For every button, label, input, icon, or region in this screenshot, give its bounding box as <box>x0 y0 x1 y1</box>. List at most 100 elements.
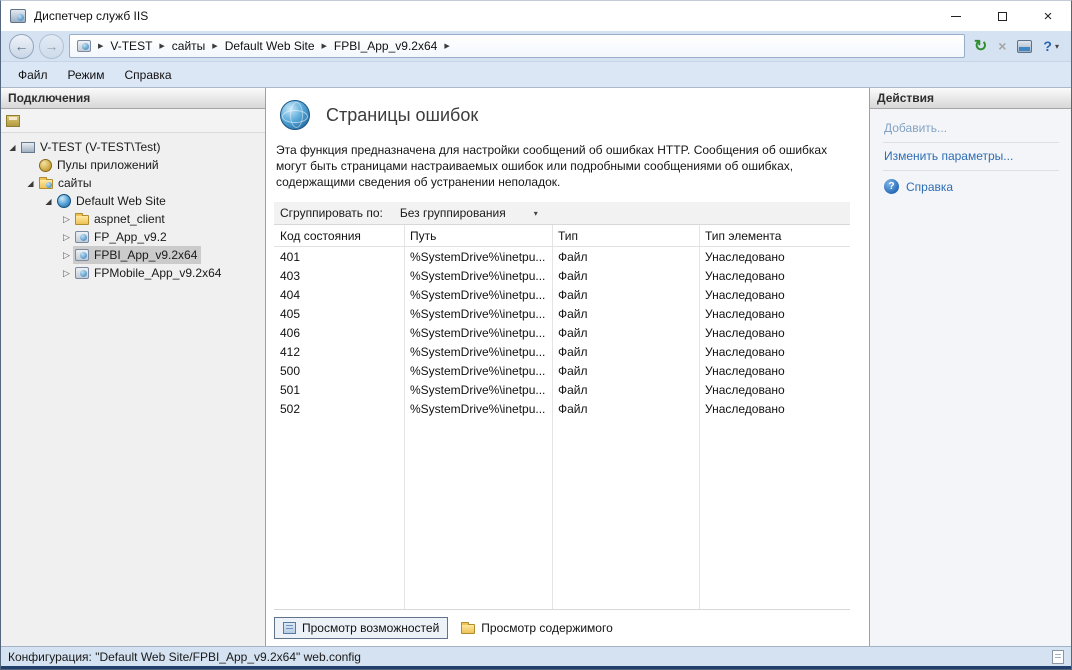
chevron-right-icon[interactable]: ▶ <box>212 42 217 50</box>
action-help[interactable]: ? Справка <box>883 171 1059 194</box>
list-header: Код состояния Путь Тип Тип элемента <box>274 225 850 247</box>
column-header-status-code[interactable]: Код состояния <box>274 229 404 243</box>
back-button[interactable]: ← <box>9 34 34 59</box>
cell-entry-type: Унаследовано <box>699 250 850 264</box>
main-content: Подключения ◢ V-TEST (V-TEST\Test) Пулы … <box>1 88 1071 646</box>
title-bar: Диспетчер служб IIS × <box>1 1 1071 31</box>
cell-entry-type: Унаследовано <box>699 345 850 359</box>
cell-path: %SystemDrive%\inetpu... <box>404 326 552 340</box>
chevron-right-icon[interactable]: ▶ <box>98 42 103 50</box>
folder-icon <box>75 215 89 225</box>
column-header-path[interactable]: Путь <box>404 229 552 243</box>
expander-collapsed-icon[interactable]: ▷ <box>60 214 73 225</box>
cell-path: %SystemDrive%\inetpu... <box>404 288 552 302</box>
column-header-type[interactable]: Тип <box>552 229 699 243</box>
action-add[interactable]: Добавить... <box>883 115 1059 143</box>
expander-expanded-icon[interactable]: ◢ <box>24 179 37 188</box>
table-row[interactable]: 406 %SystemDrive%\inetpu... Файл Унаслед… <box>274 323 850 342</box>
cell-status-code: 502 <box>274 402 404 416</box>
tree-item-fp-app[interactable]: ▷ FP_App_v9.2 <box>1 228 265 246</box>
chevron-down-icon: ▾ <box>1055 42 1059 51</box>
application-icon <box>75 249 89 261</box>
help-button[interactable]: ? ▾ <box>1043 38 1059 54</box>
menu-help[interactable]: Справка <box>115 63 182 87</box>
minimize-button[interactable] <box>933 1 979 31</box>
iis-home-icon[interactable] <box>1017 40 1032 53</box>
chevron-right-icon[interactable]: ▶ <box>444 42 449 50</box>
cell-path: %SystemDrive%\inetpu... <box>404 345 552 359</box>
save-connection-icon[interactable] <box>6 115 20 127</box>
sites-folder-icon <box>39 179 53 189</box>
close-button[interactable]: × <box>1025 1 1071 31</box>
chevron-down-icon: ▾ <box>534 209 538 218</box>
forward-icon: → <box>45 38 59 54</box>
forward-button[interactable]: → <box>39 34 64 59</box>
tree-item-server[interactable]: ◢ V-TEST (V-TEST\Test) <box>1 138 265 156</box>
maximize-icon <box>998 12 1007 21</box>
table-row[interactable]: 502 %SystemDrive%\inetpu... Файл Унаслед… <box>274 399 850 418</box>
tree-item-label: FPBI_App_v9.2x64 <box>94 248 197 262</box>
expander-collapsed-icon[interactable]: ▷ <box>60 268 73 279</box>
group-by-dropdown[interactable]: Без группирования ▾ <box>395 204 543 222</box>
address-bar: ← → ▶ V-TEST ▶ сайты ▶ Default Web Site … <box>1 31 1071 61</box>
error-pages-icon <box>280 100 310 130</box>
address-toolbar: ↻ × ? ▾ <box>970 36 1063 56</box>
menu-file[interactable]: Файл <box>8 63 58 87</box>
breadcrumb-item-app[interactable]: FPBI_App_v9.2x64 <box>334 39 437 53</box>
refresh-icon[interactable]: ↻ <box>974 36 987 56</box>
tree-item-fpmobile-app[interactable]: ▷ FPMobile_App_v9.2x64 <box>1 264 265 282</box>
website-icon <box>57 194 71 208</box>
connections-tree: ◢ V-TEST (V-TEST\Test) Пулы приложений ◢… <box>1 133 265 646</box>
expander-expanded-icon[interactable]: ◢ <box>6 143 19 152</box>
error-pages-list: Код состояния Путь Тип Тип элемента 401 … <box>274 225 850 610</box>
table-row[interactable]: 404 %SystemDrive%\inetpu... Файл Унаслед… <box>274 285 850 304</box>
breadcrumb-item-server[interactable]: V-TEST <box>110 39 152 53</box>
cell-type: Файл <box>552 326 699 340</box>
cell-type: Файл <box>552 345 699 359</box>
tree-item-label: aspnet_client <box>94 212 165 226</box>
column-header-entry-type[interactable]: Тип элемента <box>699 229 850 243</box>
cell-status-code: 405 <box>274 307 404 321</box>
tab-content-view[interactable]: Просмотр содержимого <box>452 617 621 639</box>
tree-item-aspnet-client[interactable]: ▷ aspnet_client <box>1 210 265 228</box>
maximize-button[interactable] <box>979 1 1025 31</box>
application-icon <box>75 267 89 279</box>
tree-item-fpbi-app[interactable]: ▷ FPBI_App_v9.2x64 <box>1 246 265 264</box>
cell-path: %SystemDrive%\inetpu... <box>404 307 552 321</box>
table-row[interactable]: 403 %SystemDrive%\inetpu... Файл Унаслед… <box>274 266 850 285</box>
close-icon: × <box>1044 8 1053 25</box>
tab-label: Просмотр возможностей <box>302 621 439 635</box>
breadcrumb-item-default-web-site[interactable]: Default Web Site <box>225 39 315 53</box>
tab-features-view[interactable]: Просмотр возможностей <box>274 617 448 639</box>
action-edit-settings[interactable]: Изменить параметры... <box>883 143 1059 171</box>
cell-path: %SystemDrive%\inetpu... <box>404 402 552 416</box>
chevron-right-icon[interactable]: ▶ <box>322 42 327 50</box>
table-row[interactable]: 401 %SystemDrive%\inetpu... Файл Унаслед… <box>274 247 850 266</box>
cell-type: Файл <box>552 364 699 378</box>
expander-expanded-icon[interactable]: ◢ <box>42 197 55 206</box>
tree-item-label: Пулы приложений <box>57 158 159 172</box>
chevron-right-icon[interactable]: ▶ <box>159 42 164 50</box>
tree-item-app-pools[interactable]: Пулы приложений <box>1 156 265 174</box>
tree-item-label: FPMobile_App_v9.2x64 <box>94 266 221 280</box>
table-row[interactable]: 412 %SystemDrive%\inetpu... Файл Унаслед… <box>274 342 850 361</box>
tree-item-sites[interactable]: ◢ сайты <box>1 174 265 192</box>
table-row[interactable]: 500 %SystemDrive%\inetpu... Файл Унаслед… <box>274 361 850 380</box>
tree-item-default-web-site[interactable]: ◢ Default Web Site <box>1 192 265 210</box>
table-row[interactable]: 501 %SystemDrive%\inetpu... Файл Унаслед… <box>274 380 850 399</box>
breadcrumb[interactable]: ▶ V-TEST ▶ сайты ▶ Default Web Site ▶ FP… <box>69 34 965 58</box>
expander-collapsed-icon[interactable]: ▷ <box>60 232 73 243</box>
window-title: Диспетчер служб IIS <box>34 9 148 23</box>
table-row[interactable]: 405 %SystemDrive%\inetpu... Файл Унаслед… <box>274 304 850 323</box>
config-file-icon <box>1052 650 1064 664</box>
cell-entry-type: Унаследовано <box>699 364 850 378</box>
tree-item-label: FP_App_v9.2 <box>94 230 167 244</box>
expander-collapsed-icon[interactable]: ▷ <box>60 250 73 261</box>
cell-status-code: 501 <box>274 383 404 397</box>
cell-type: Файл <box>552 383 699 397</box>
window-controls: × <box>933 1 1071 31</box>
connections-panel: Подключения ◢ V-TEST (V-TEST\Test) Пулы … <box>1 88 266 646</box>
actions-panel: Действия Добавить... Изменить параметры.… <box>869 88 1071 646</box>
menu-view[interactable]: Режим <box>58 63 115 87</box>
breadcrumb-item-sites[interactable]: сайты <box>172 39 206 53</box>
